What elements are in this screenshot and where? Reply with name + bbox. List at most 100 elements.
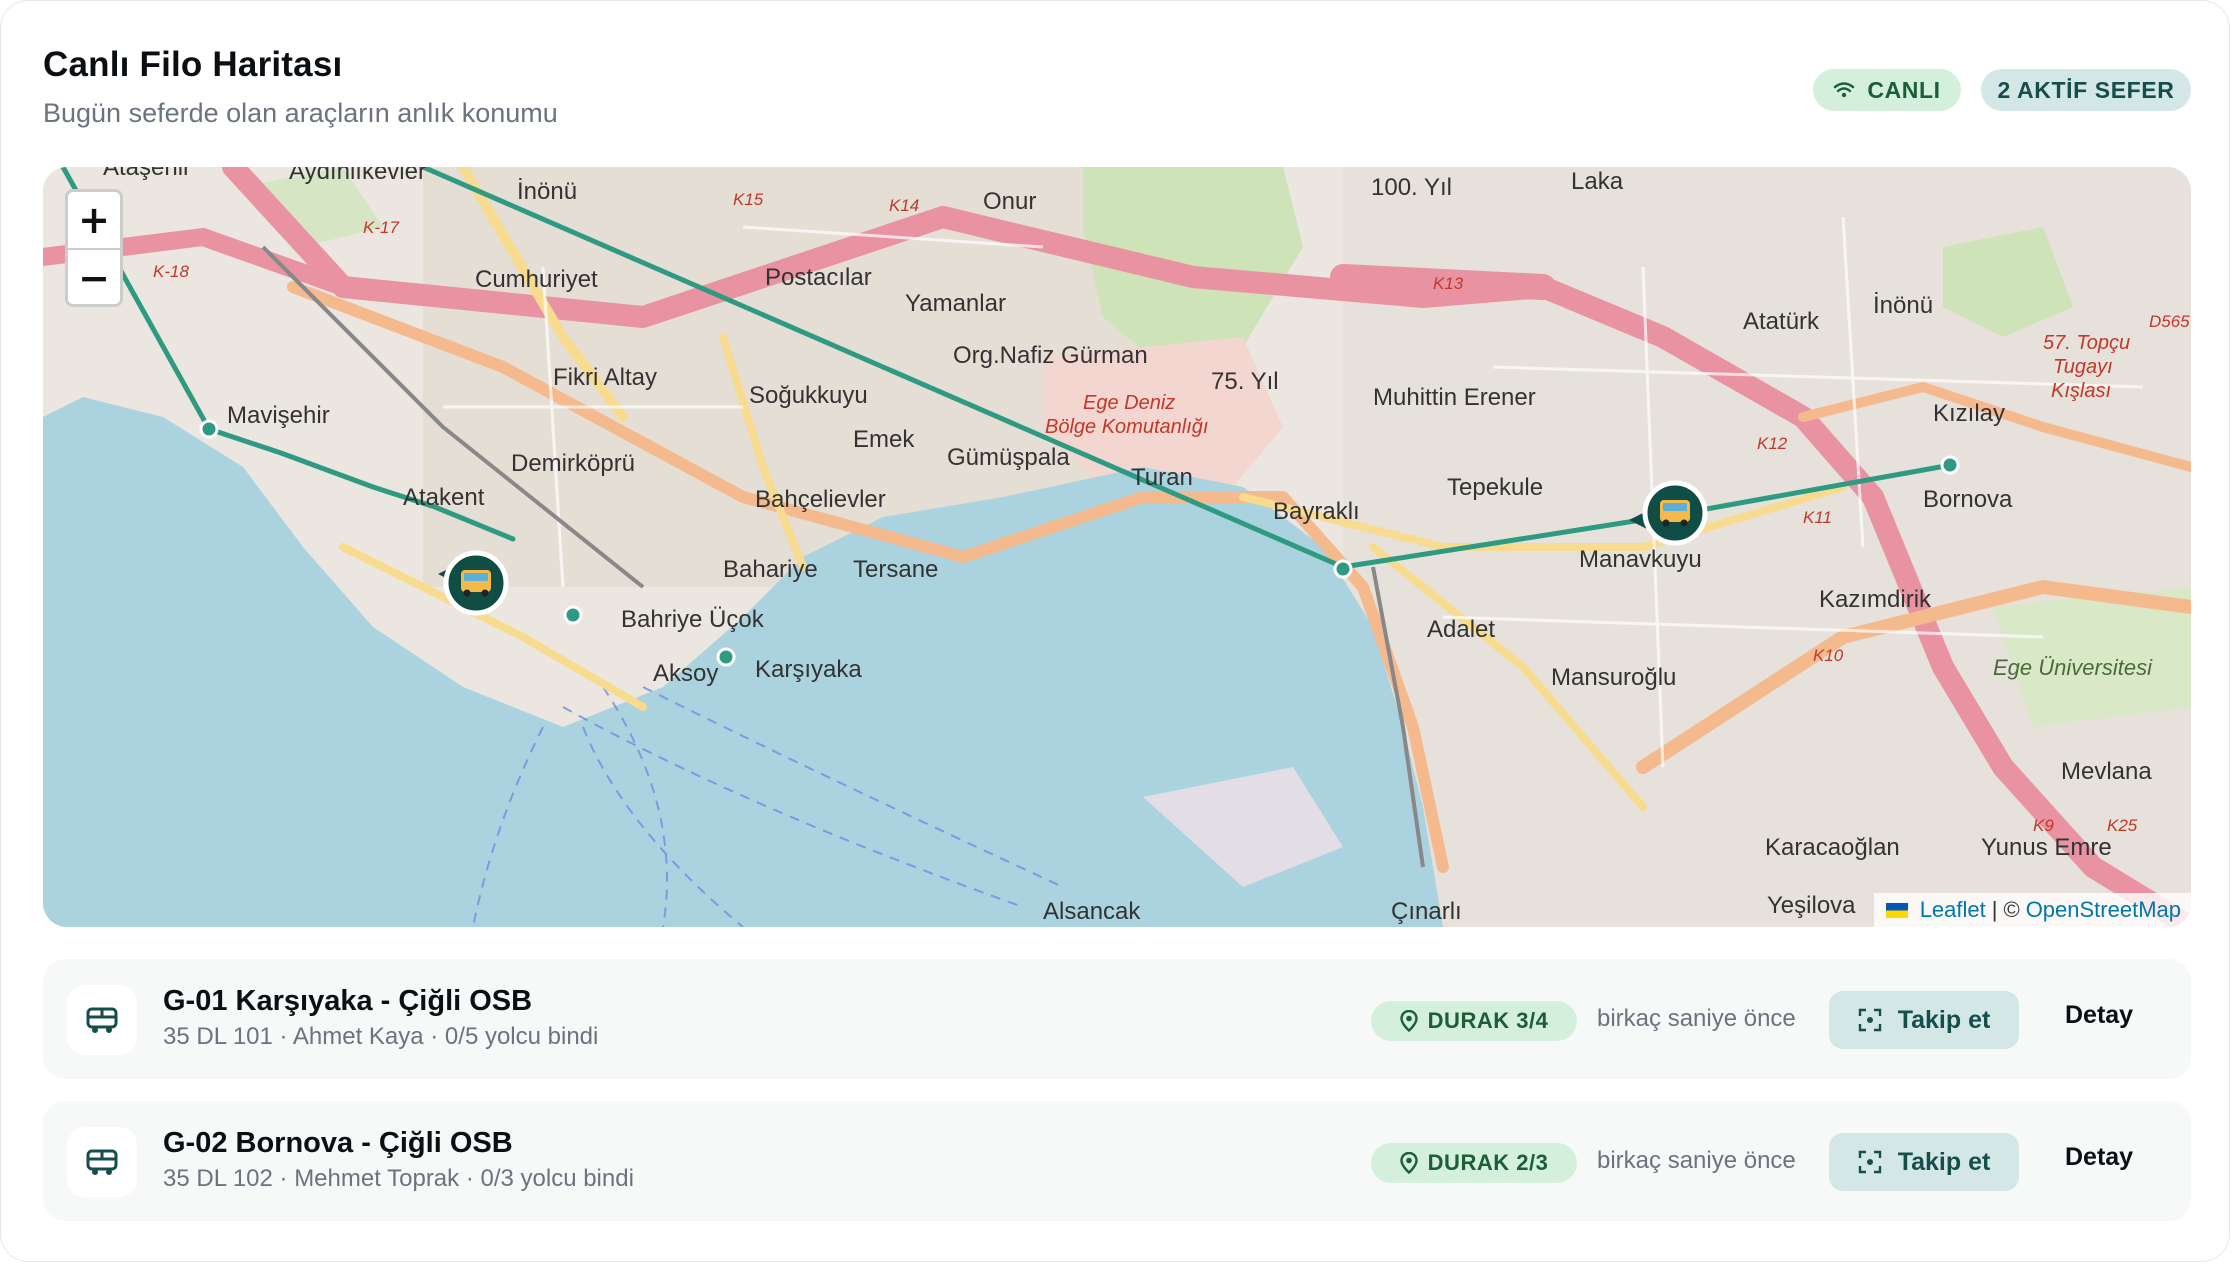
trip-row: G-02 Bornova - Çiğli OSB 35 DL 102 · Meh… (43, 1101, 2191, 1221)
road-label: K12 (1757, 434, 1788, 453)
map-label: 57. Topçu (2043, 332, 2130, 354)
map-label: Demirköprü (511, 450, 635, 477)
map-label: 75. Yıl (1211, 368, 1279, 395)
map-label: Postacılar (765, 264, 872, 291)
follow-button[interactable]: Takip et (1829, 991, 2019, 1049)
stop-progress-badge: DURAK 3/4 (1371, 1001, 1577, 1041)
stop-progress-label: DURAK 3/4 (1427, 1008, 1549, 1033)
bus-icon (67, 985, 137, 1055)
follow-label: Takip et (1897, 1147, 1991, 1176)
map-label: Gümüşpala (947, 444, 1070, 471)
map-label: Mevlana (2061, 758, 2152, 785)
map-label: İnönü (1873, 292, 1933, 319)
road-label: K14 (889, 196, 919, 215)
road-label: D565 (2149, 312, 2190, 331)
map-label: Aksoy (653, 660, 718, 687)
focus-icon (1858, 1008, 1881, 1032)
zoom-in-button[interactable]: + (68, 192, 120, 250)
map-labels: Ataşehir Aydınlıkevler İnönü Cumhuriyet … (103, 167, 2190, 925)
road-label: K9 (2033, 816, 2054, 835)
follow-button[interactable]: Takip et (1829, 1133, 2019, 1191)
map-label: Turan (1131, 464, 1193, 491)
openstreetmap-link[interactable]: OpenStreetMap (2026, 897, 2181, 923)
copyright-symbol: © (2003, 897, 2020, 922)
map-label: Mansuroğlu (1551, 664, 1676, 691)
map-label: Org.Nafiz Gürman (953, 342, 1148, 369)
map-label: İnönü (517, 178, 577, 205)
follow-label: Takip et (1897, 1005, 1991, 1034)
zoom-control: + − (65, 189, 123, 307)
map-label: Ataşehir (103, 167, 191, 181)
map-label: Kışlası (2051, 380, 2111, 402)
map-label: Muhittin Erener (1373, 384, 1536, 411)
map-label: Kızılay (1933, 400, 2005, 427)
leaflet-link[interactable]: Leaflet (1920, 897, 1986, 923)
location-pin-icon (1399, 1152, 1418, 1174)
map-label: Bornova (1923, 486, 2013, 513)
live-badge: CANLI (1813, 69, 1961, 111)
bus-icon (67, 1127, 137, 1197)
page-title: Canlı Filo Haritası (43, 45, 343, 84)
map-label: Yeşilova (1767, 892, 1856, 919)
map-label: Laka (1571, 168, 1624, 195)
map-label: Tersane (853, 556, 938, 583)
road-label: K11 (1803, 508, 1832, 527)
live-label: CANLI (1867, 76, 1941, 103)
ukraine-flag-icon (1885, 902, 1908, 918)
focus-icon (1858, 1150, 1881, 1174)
trip-subtitle: 35 DL 101 · Ahmet Kaya · 0/5 yolcu bindi (163, 1023, 599, 1050)
map-label: Cumhuriyet (475, 266, 598, 293)
detail-button[interactable]: Detay (2065, 1001, 2133, 1030)
map-label: Çınarlı (1391, 898, 1462, 925)
last-update: birkaç saniye önce (1597, 1147, 1796, 1174)
stop-progress-badge: DURAK 2/3 (1371, 1143, 1577, 1183)
map-label: Adalet (1427, 616, 1495, 643)
map-label: Emek (853, 426, 915, 453)
stop-progress-label: DURAK 2/3 (1427, 1150, 1549, 1175)
map-label: Bölge Komutanlığı (1045, 416, 1208, 438)
map-label: Manavkuyu (1579, 546, 1702, 573)
road-label: K13 (1433, 274, 1464, 293)
road-label: K-17 (363, 218, 399, 237)
live-map[interactable]: Ataşehir Aydınlıkevler İnönü Cumhuriyet … (43, 167, 2191, 927)
map-label: Kazımdirik (1819, 586, 1932, 613)
fleet-map-card: Canlı Filo Haritası Bugün seferde olan a… (0, 0, 2230, 1262)
map-label: Fikri Altay (553, 364, 657, 391)
map-attribution: Leaflet | © OpenStreetMap (1873, 893, 2191, 927)
map-label: Ege Deniz (1083, 392, 1175, 414)
map-label: Alsancak (1043, 898, 1141, 925)
road-label: K25 (2107, 816, 2138, 835)
location-pin-icon (1399, 1010, 1418, 1032)
map-label: Onur (983, 188, 1036, 215)
map-label: Aydınlıkevler (289, 167, 426, 185)
map-label: Tepekule (1447, 474, 1543, 501)
attribution-separator: | (1991, 897, 1998, 922)
trip-title: G-02 Bornova - Çiğli OSB (163, 1127, 513, 1159)
active-trips-badge: 2 AKTİF SEFER (1981, 69, 2191, 111)
wifi-icon (1834, 82, 1855, 98)
detail-button[interactable]: Detay (2065, 1143, 2133, 1172)
map-label: Bahariye (723, 556, 818, 583)
trip-title: G-01 Karşıyaka - Çiğli OSB (163, 985, 533, 1017)
page-subtitle: Bugün seferde olan araçların anlık konum… (43, 98, 558, 128)
map-label: Mavişehir (227, 402, 330, 429)
road-label: K10 (1813, 646, 1844, 665)
map-label: Atatürk (1743, 308, 1820, 335)
map-label: Bayraklı (1273, 498, 1360, 525)
last-update: birkaç saniye önce (1597, 1005, 1796, 1032)
map-label: Yamanlar (905, 290, 1006, 317)
map-label: Karşıyaka (755, 656, 862, 683)
map-label: Tugayı (2053, 356, 2113, 378)
map-label: Karacaoğlan (1765, 834, 1900, 861)
map-label: 100. Yıl (1371, 174, 1452, 201)
map-label: Bahçelievler (755, 486, 886, 513)
trip-subtitle: 35 DL 102 · Mehmet Toprak · 0/3 yolcu bi… (163, 1165, 634, 1192)
road-label: K15 (733, 190, 764, 209)
map-label: Soğukkuyu (749, 382, 868, 409)
map-label: Bahriye Üçok (621, 606, 765, 633)
map-label: Atakent (403, 484, 485, 511)
zoom-out-button[interactable]: − (68, 250, 120, 304)
trip-row: G-01 Karşıyaka - Çiğli OSB 35 DL 101 · A… (43, 959, 2191, 1079)
map-label: Ege Üniversitesi (1993, 655, 2153, 680)
road-label: K-18 (153, 262, 189, 281)
